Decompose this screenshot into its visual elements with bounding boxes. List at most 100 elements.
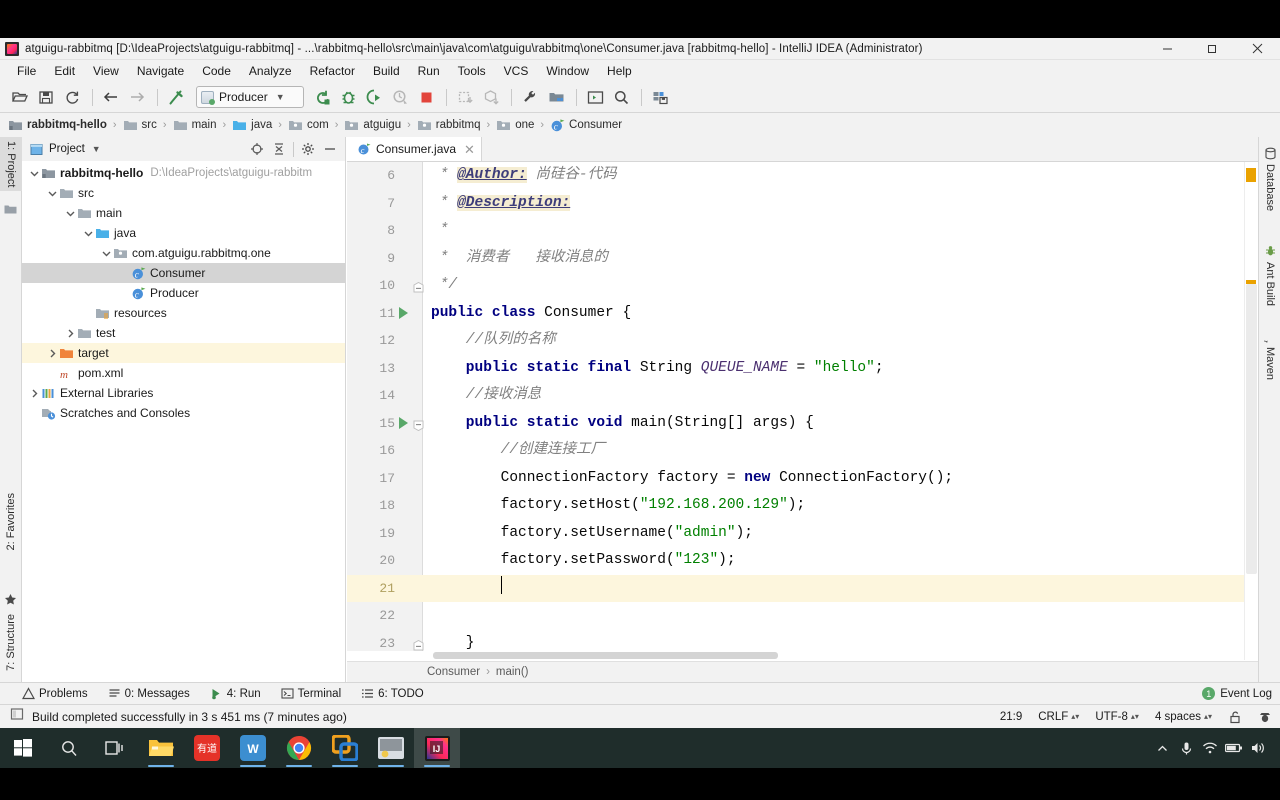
chevron-right-icon[interactable] [64,327,77,340]
breadcrumb-item-consumer[interactable]: c Consumer [550,118,622,133]
minimize-button[interactable] [1145,38,1190,60]
chevron-right-icon[interactable] [46,347,59,360]
tree-item-external-libraries[interactable]: External Libraries [22,383,345,403]
menu-item-analyze[interactable]: Analyze [240,62,301,80]
fold-end-icon[interactable] [413,638,424,650]
unlocked-padlock-icon[interactable] [1228,710,1242,724]
code-line[interactable]: 15 public static void main(String[] args… [347,410,1258,438]
close-tab-icon[interactable]: ✕ [464,143,475,156]
hide-minimize-icon[interactable] [319,138,341,160]
tab-consumer-java[interactable]: c Consumer.java ✕ [347,137,482,161]
tree-item-producer[interactable]: c Producer [22,283,345,303]
breadcrumb-item-atguigu[interactable]: atguigu [344,118,401,133]
menu-item-code[interactable]: Code [193,62,240,80]
code-line[interactable]: 6 * @Author: 尚硅谷-代码 [347,162,1258,190]
tree-item-java[interactable]: java [22,223,345,243]
code-line[interactable]: 17 ConnectionFactory factory = new Conne… [347,465,1258,493]
chevron-down-icon[interactable] [46,187,59,200]
chevron-up-icon[interactable] [1150,736,1174,760]
task-view-button[interactable] [92,728,138,768]
menu-item-refactor[interactable]: Refactor [301,62,364,80]
chevron-down-icon[interactable] [82,227,95,240]
close-button[interactable] [1235,38,1280,60]
run-gutter-icon[interactable] [399,306,408,319]
microphone-icon[interactable] [1174,736,1198,760]
code-line[interactable]: 22 [347,602,1258,630]
file-explorer[interactable] [138,728,184,768]
caret-position[interactable]: 21:9 [1000,711,1022,723]
settings-gear-icon[interactable] [297,138,319,160]
fold-collapse-icon[interactable] [413,418,424,431]
indent-selector[interactable]: 4 spaces ▴▾ [1155,711,1212,723]
code-line[interactable]: 16 //创建连接工厂 [347,437,1258,465]
google-chrome[interactable] [276,728,322,768]
breadcrumb-item-src[interactable]: src [123,118,157,133]
tool-window-problems[interactable]: Problems [21,687,88,700]
sync-refresh-icon[interactable] [60,85,84,109]
stop-icon[interactable] [414,85,438,109]
start-button[interactable] [0,728,46,768]
menu-item-run[interactable]: Run [409,62,449,80]
tree-item-rabbitmq-hello[interactable]: rabbitmq-hello D:\IdeaProjects\atguigu-ra… [22,163,345,183]
settings-wrench-icon[interactable] [518,85,542,109]
chevron-down-icon[interactable] [100,247,113,260]
commit-icon[interactable] [479,85,503,109]
tool-window-messages[interactable]: 0: Messages [108,687,190,700]
menu-item-view[interactable]: View [84,62,128,80]
wifi-icon[interactable] [1198,736,1222,760]
sidebar-item-favorites[interactable]: 2: Favorites [0,489,22,554]
breadcrumb-item-main[interactable]: main [173,118,217,133]
tool-window-terminal[interactable]: Terminal [281,687,341,700]
sidebar-item-maven[interactable]: m Maven [1259,322,1280,384]
battery-icon[interactable] [1222,736,1246,760]
save-db-icon[interactable] [648,85,672,109]
intellij-idea[interactable]: IJ [414,728,460,768]
menu-item-build[interactable]: Build [364,62,409,80]
speaker-icon[interactable] [1246,736,1270,760]
tree-item-consumer[interactable]: c Consumer [22,263,345,283]
menu-item-vcs[interactable]: VCS [495,62,538,80]
sidebar-item-structure[interactable]: 7: Structure [0,610,22,675]
run-configuration-selector[interactable]: Producer ▼ [196,86,304,108]
sidebar-item-ant-build[interactable]: Ant Build [1259,237,1280,310]
save-all-icon[interactable] [34,85,58,109]
breadcrumb-item-com[interactable]: com [288,118,329,133]
event-log-button[interactable]: 1 Event Log [1202,687,1272,700]
code-line[interactable]: 9 * 消费者 接收消息的 [347,245,1258,273]
chevron-right-icon[interactable] [28,387,41,400]
code-line[interactable]: 21 [347,574,1258,602]
code-line[interactable]: 13 public static final String QUEUE_NAME… [347,355,1258,383]
code-line[interactable]: 11 public class Consumer { [347,300,1258,328]
tree-item-test[interactable]: test [22,323,345,343]
encoding-selector[interactable]: UTF-8 ▴▾ [1095,711,1139,723]
debug-icon[interactable] [336,85,360,109]
code-line[interactable]: 8 * [347,217,1258,245]
tree-item-pom-xml[interactable]: m pom.xml [22,363,345,383]
breadcrumb-item-java[interactable]: java [232,118,272,133]
project-structure-icon[interactable] [544,85,568,109]
tool-window-run[interactable]: 4: Run [210,687,261,700]
search-button[interactable] [46,728,92,768]
menu-item-file[interactable]: File [8,62,45,80]
tree-item-resources[interactable]: resources [22,303,345,323]
breadcrumb-item-rabbitmq-hello[interactable]: rabbitmq-hello [8,118,107,133]
run-with-coverage-icon[interactable] [362,85,386,109]
fold-end-icon[interactable] [413,280,424,293]
breadcrumb-class[interactable]: Consumer [427,666,480,678]
sidebar-item-database[interactable]: Database [1259,139,1280,215]
restore-button[interactable] [1190,38,1235,60]
update-project-icon[interactable] [453,85,477,109]
run-gutter-icon[interactable] [399,416,408,429]
locate-target-icon[interactable] [246,138,268,160]
scrollbar-thumb[interactable] [433,652,778,659]
code-line[interactable]: 18 factory.setHost("192.168.200.129"); [347,492,1258,520]
code-line[interactable]: 7 * @Description: [347,190,1258,218]
line-separator-selector[interactable]: CRLF ▴▾ [1038,711,1079,723]
wps-office[interactable]: W [230,728,276,768]
collapse-all-icon[interactable] [268,138,290,160]
tree-item-main[interactable]: main [22,203,345,223]
search-everywhere-icon[interactable] [609,85,633,109]
menu-item-navigate[interactable]: Navigate [128,62,193,80]
menu-item-help[interactable]: Help [598,62,641,80]
navigate-back-icon[interactable] [99,85,123,109]
